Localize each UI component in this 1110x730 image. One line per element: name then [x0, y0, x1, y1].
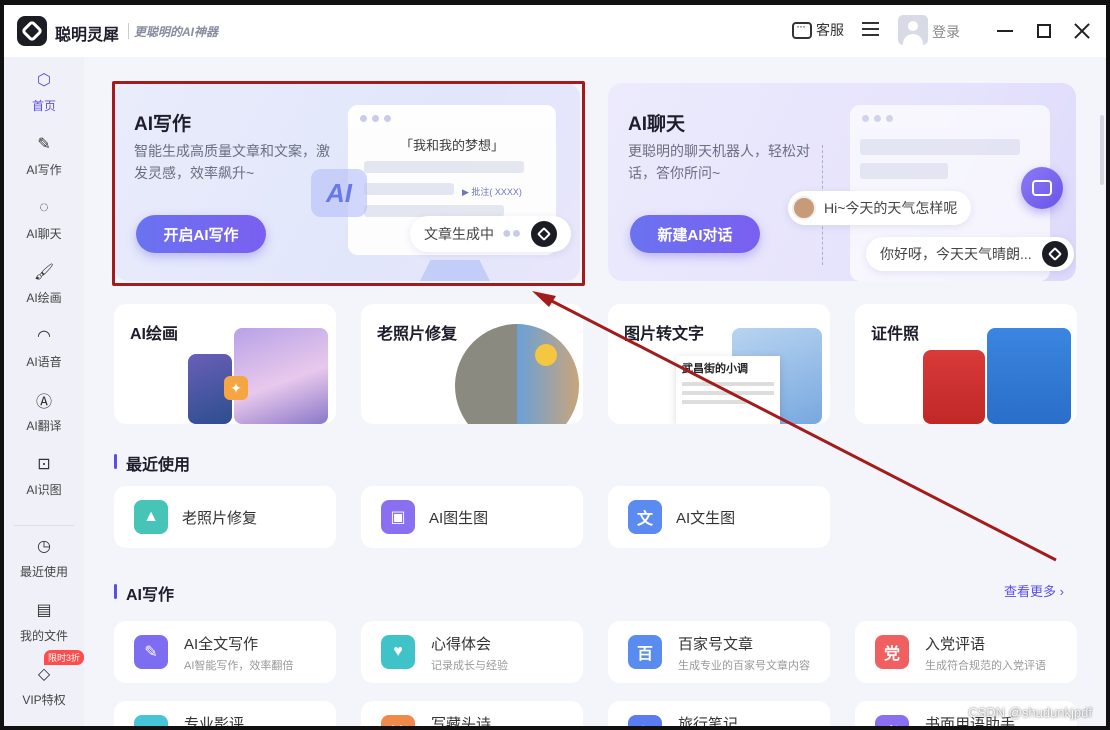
annotation-arrow [532, 291, 1057, 562]
app-window: 聪明灵犀 更聪明的AI神器 客服 登录 ⬡ 首页 ✎ AI写作 ◌ AI聊天 🖌… [4, 5, 1106, 726]
watermark: CSDN @shudunkjpdf [968, 705, 1092, 720]
